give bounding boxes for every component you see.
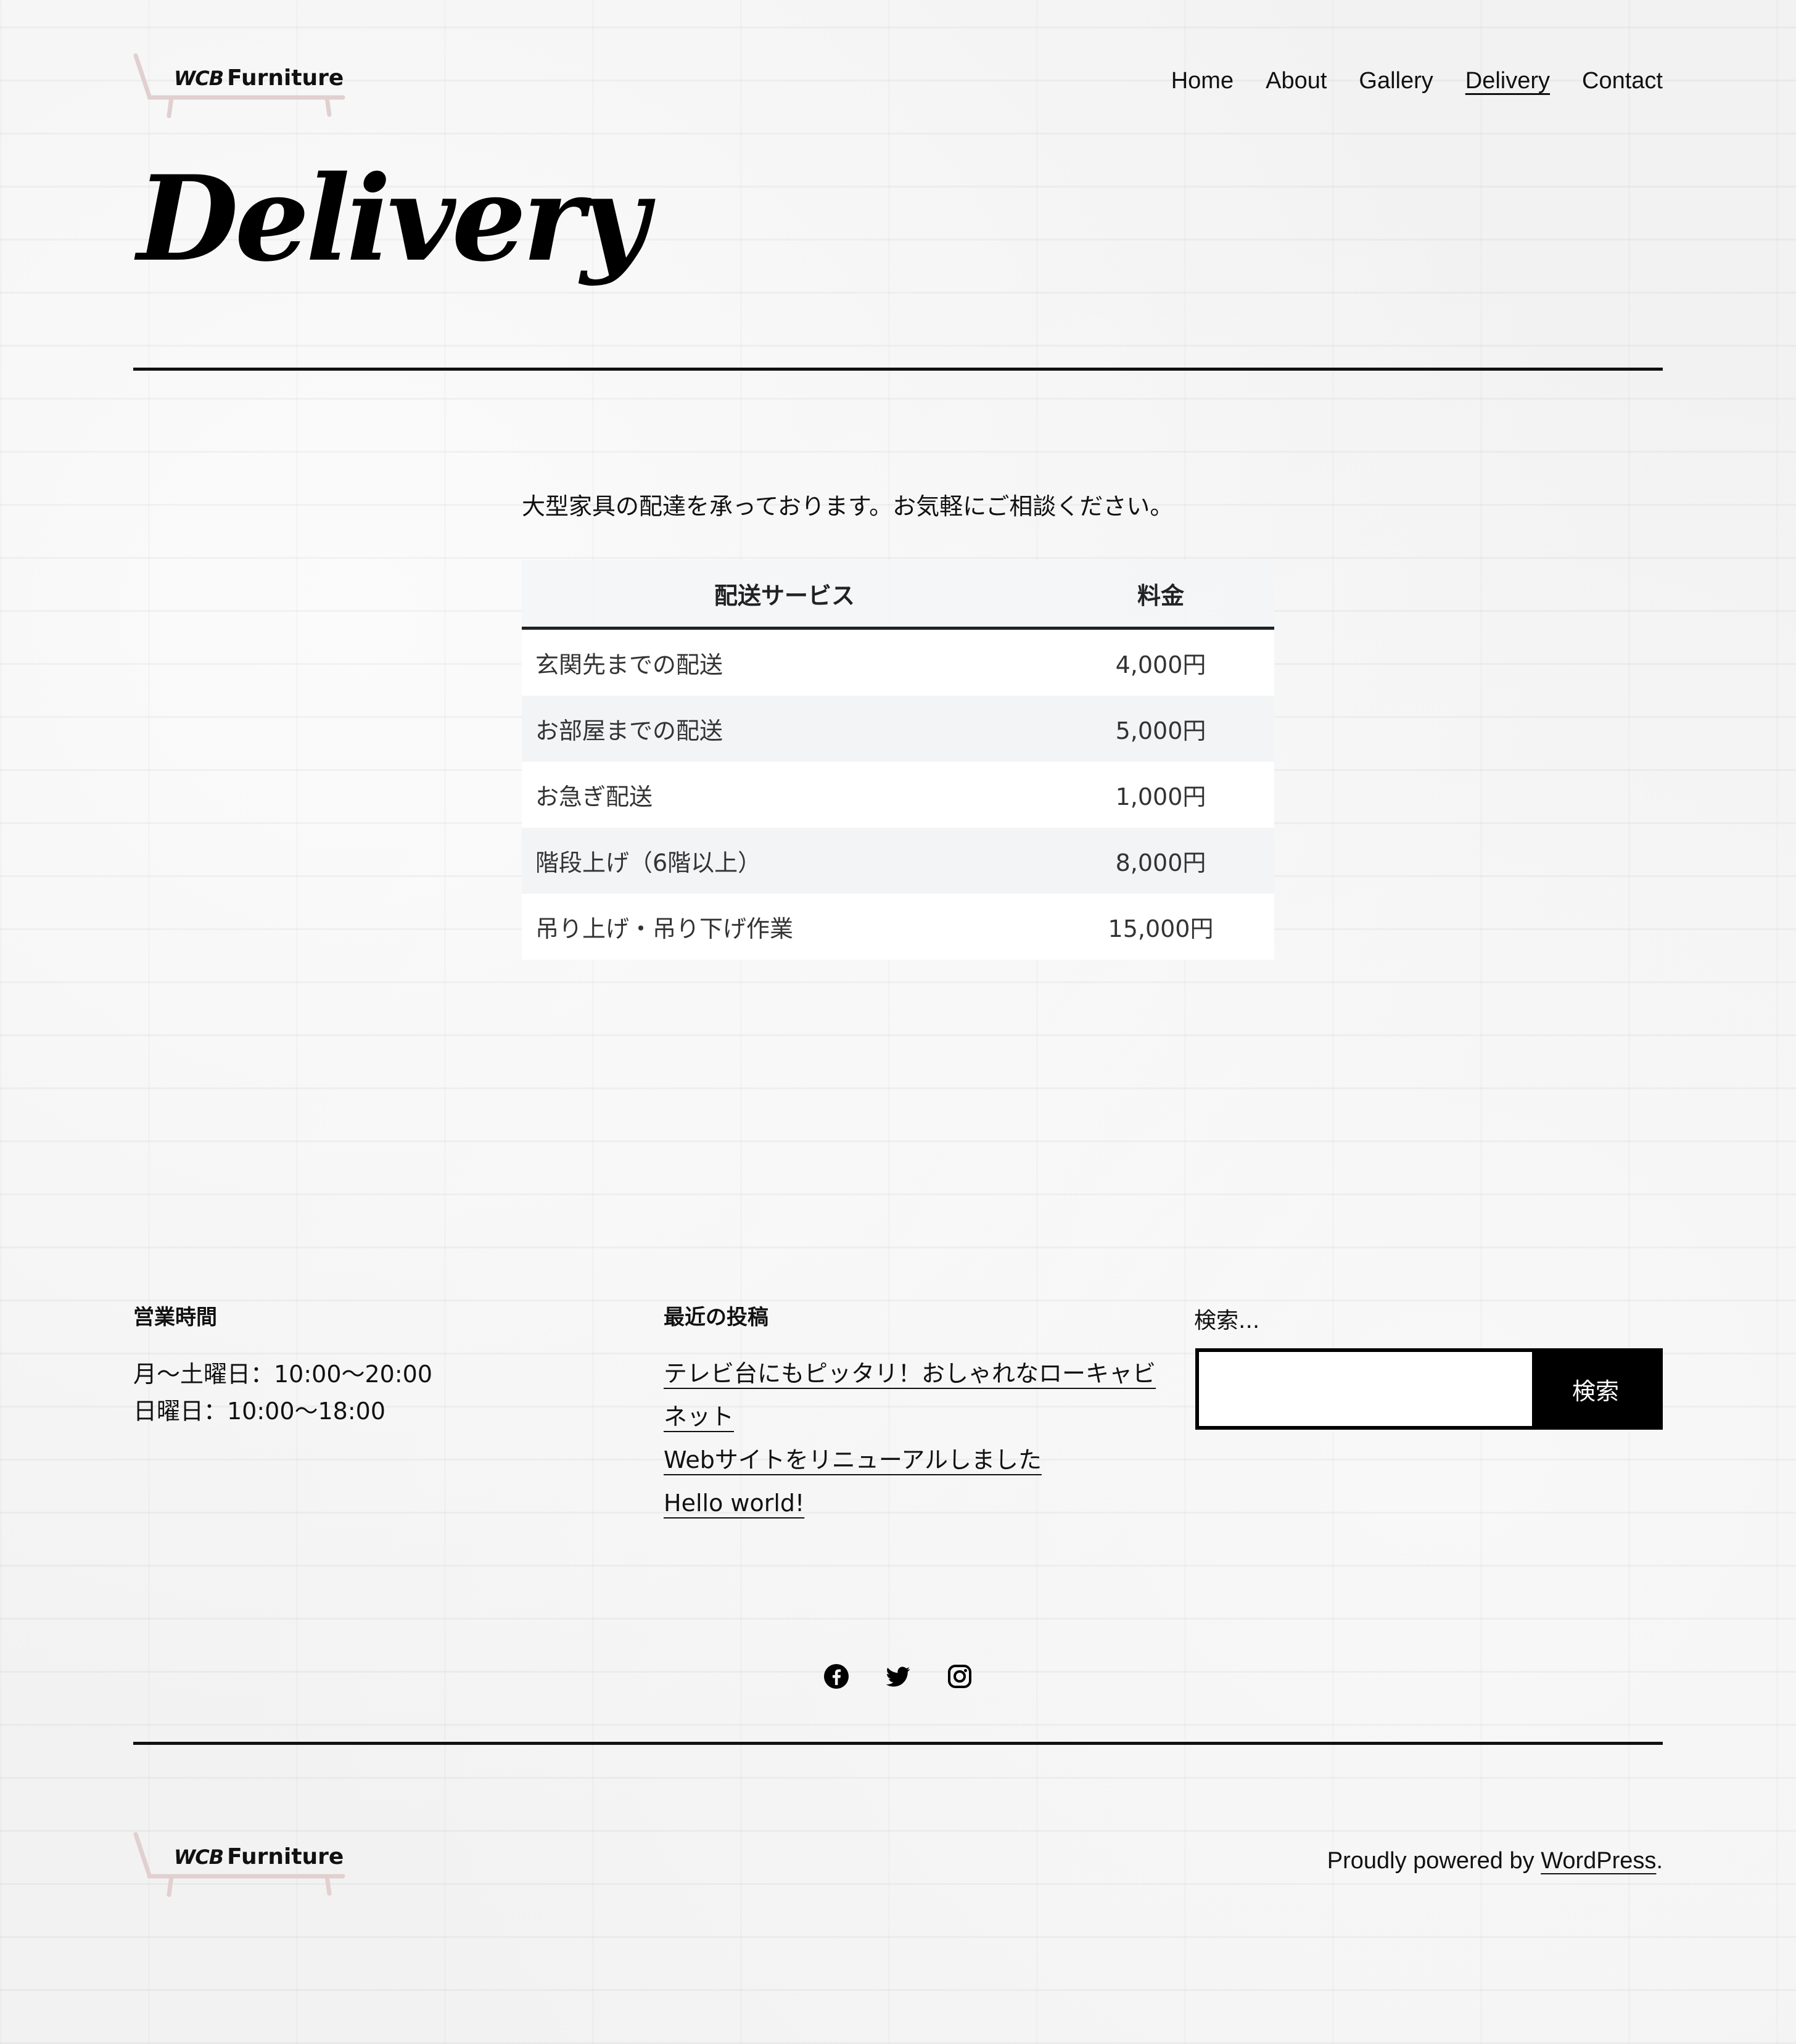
nav-delivery[interactable]: Delivery xyxy=(1465,68,1550,97)
recent-posts-list: テレビ台にもピッタリ！おしゃれなローキャビネット Webサイトをリニューアルしま… xyxy=(664,1352,1157,1525)
table-row: 階段上げ（6階以上） 8,000円 xyxy=(522,828,1274,894)
service-cell: 吊り上げ・吊り下げ作業 xyxy=(522,894,1047,960)
logo-text: WCB Furniture xyxy=(174,1844,344,1869)
search-label: 検索... xyxy=(1194,1308,1260,1333)
search-input[interactable] xyxy=(1199,1352,1532,1426)
site-logo[interactable]: WCB Furniture xyxy=(133,53,349,121)
recent-post-link[interactable]: テレビ台にもピッタリ！おしゃれなローキャビネット xyxy=(664,1352,1157,1438)
hours-heading: 営業時間 xyxy=(133,1305,217,1330)
recent-post-link[interactable]: Webサイトをリニューアルしました xyxy=(664,1438,1157,1481)
social-links xyxy=(823,1663,973,1690)
hours-line: 月〜土曜日：10:00〜20:00 xyxy=(133,1361,433,1388)
powered-suffix: . xyxy=(1656,1848,1663,1874)
table-header-row: 配送サービス 料金 xyxy=(522,560,1274,630)
footer-logo[interactable]: WCB Furniture xyxy=(133,1832,349,1900)
price-cell: 1,000円 xyxy=(1047,762,1274,828)
service-cell: お急ぎ配送 xyxy=(522,762,1047,828)
table-row: 吊り上げ・吊り下げ作業 15,000円 xyxy=(522,894,1274,960)
intro-text: 大型家具の配達を承っております。お気軽にご相談ください。 xyxy=(522,493,1174,520)
nav-about[interactable]: About xyxy=(1266,68,1327,97)
title-divider xyxy=(133,368,1663,371)
search-button[interactable]: 検索 xyxy=(1532,1352,1659,1426)
service-cell: 階段上げ（6階以上） xyxy=(522,828,1047,894)
powered-prefix: Proudly powered by xyxy=(1327,1848,1541,1874)
logo-text: WCB Furniture xyxy=(174,65,344,91)
table-header-service: 配送サービス xyxy=(522,560,1047,630)
recent-post-link[interactable]: Hello world! xyxy=(664,1481,1157,1525)
recent-posts-heading: 最近の投稿 xyxy=(664,1305,768,1330)
business-hours: 月〜土曜日：10:00〜20:00 日曜日：10:00〜18:00 xyxy=(133,1356,432,1430)
price-cell: 15,000円 xyxy=(1047,894,1274,960)
nav-gallery[interactable]: Gallery xyxy=(1359,68,1433,97)
service-cell: 玄関先までの配送 xyxy=(522,628,1047,696)
footer-divider xyxy=(133,1742,1663,1745)
powered-by: Proudly powered by WordPress. xyxy=(1327,1848,1663,1874)
service-cell: お部屋までの配送 xyxy=(522,696,1047,762)
nav-home[interactable]: Home xyxy=(1171,68,1234,97)
price-cell: 8,000円 xyxy=(1047,828,1274,894)
instagram-icon[interactable] xyxy=(946,1663,973,1690)
facebook-icon[interactable] xyxy=(823,1663,850,1690)
hours-line: 日曜日：10:00〜18:00 xyxy=(133,1398,386,1425)
table-row: お急ぎ配送 1,000円 xyxy=(522,762,1274,828)
table-row: お部屋までの配送 5,000円 xyxy=(522,696,1274,762)
price-cell: 5,000円 xyxy=(1047,696,1274,762)
table-row: 玄関先までの配送 4,000円 xyxy=(522,628,1274,696)
page-title: Delivery xyxy=(137,150,649,287)
delivery-fee-table: 配送サービス 料金 玄関先までの配送 4,000円 お部屋までの配送 5,000… xyxy=(522,560,1274,960)
main-navigation: Home About Gallery Delivery Contact xyxy=(1171,68,1663,97)
search-form: 検索 xyxy=(1195,1348,1663,1430)
nav-contact[interactable]: Contact xyxy=(1582,68,1663,97)
table-header-price: 料金 xyxy=(1047,560,1274,630)
wordpress-link[interactable]: WordPress xyxy=(1541,1848,1656,1874)
price-cell: 4,000円 xyxy=(1047,628,1274,696)
twitter-icon[interactable] xyxy=(884,1663,912,1690)
